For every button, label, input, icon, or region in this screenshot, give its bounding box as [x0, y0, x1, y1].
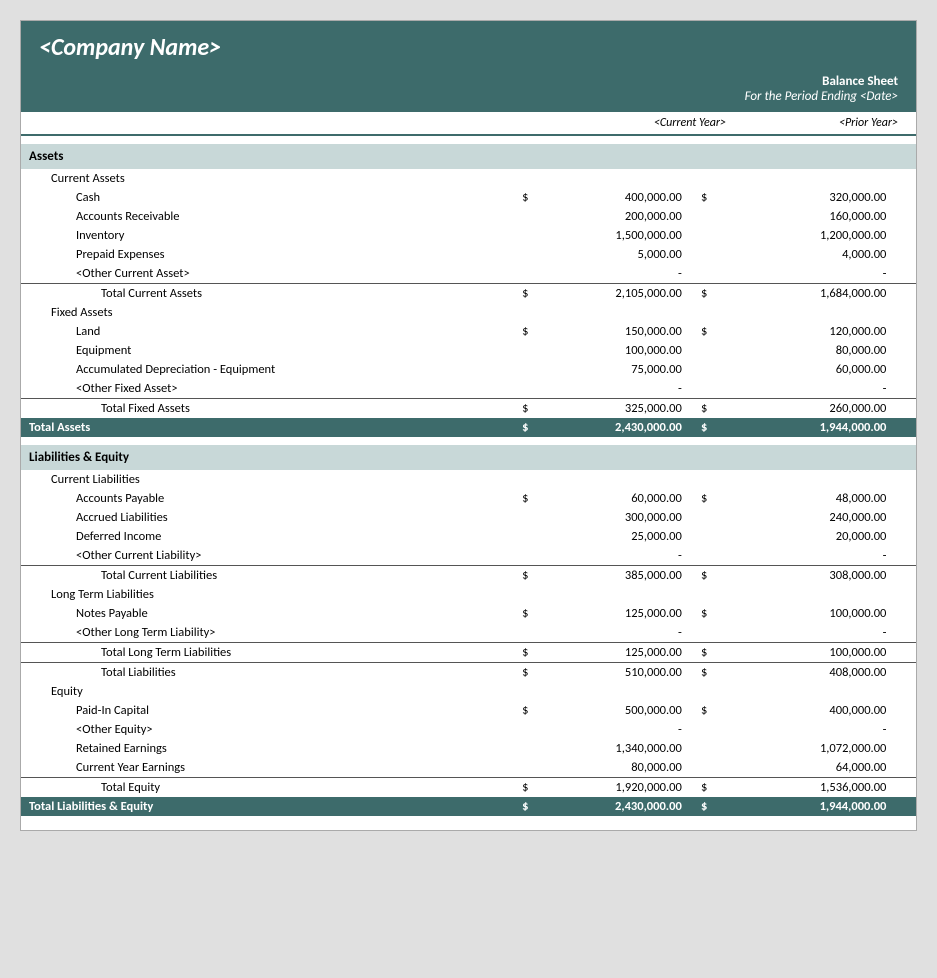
header-right: Balance Sheet For the Period Ending <Dat… — [21, 70, 916, 112]
list-item: Cash $ 400,000.00 $ 320,000.00 — [21, 188, 916, 207]
list-item: Paid-In Capital $ 500,000.00 $ 400,000.0… — [21, 701, 916, 720]
assets-label: Assets — [21, 144, 916, 169]
col-current-label: <Current Year> — [536, 116, 736, 130]
list-item: Land $ 150,000.00 $ 120,000.00 — [21, 322, 916, 341]
list-item: <Other Equity> - - — [21, 720, 916, 739]
assets-section-header: Assets — [21, 144, 916, 169]
column-headers: <Current Year> <Prior Year> — [21, 112, 916, 136]
header-top: <Company Name> — [21, 21, 916, 70]
current-assets-header: Current Assets — [21, 169, 916, 188]
list-item: Inventory 1,500,000.00 1,200,000.00 — [21, 226, 916, 245]
list-item: Accounts Receivable 200,000.00 160,000.0… — [21, 207, 916, 226]
balance-sheet-table: Assets Current Assets Cash $ 400,000.00 … — [21, 136, 916, 830]
long-term-liabilities-header: Long Term Liabilities — [21, 585, 916, 604]
current-liabilities-header: Current Liabilities — [21, 470, 916, 489]
company-name: <Company Name> — [39, 33, 898, 62]
total-current-liabilities-row: Total Current Liabilities $ 385,000.00 $… — [21, 566, 916, 586]
list-item: <Other Current Asset> - - — [21, 264, 916, 284]
list-item: Accrued Liabilities 300,000.00 240,000.0… — [21, 508, 916, 527]
total-fixed-assets-row: Total Fixed Assets $ 325,000.00 $ 260,00… — [21, 399, 916, 419]
list-item: Prepaid Expenses 5,000.00 4,000.00 — [21, 245, 916, 264]
list-item: Equipment 100,000.00 80,000.00 — [21, 341, 916, 360]
total-current-assets-row: Total Current Assets $ 2,105,000.00 $ 1,… — [21, 284, 916, 304]
total-equity-row: Total Equity $ 1,920,000.00 $ 1,536,000.… — [21, 778, 916, 798]
list-item: Notes Payable $ 125,000.00 $ 100,000.00 — [21, 604, 916, 623]
current-assets-label: Current Assets — [21, 169, 507, 188]
total-liabilities-row: Total Liabilities $ 510,000.00 $ 408,000… — [21, 663, 916, 683]
fixed-assets-header: Fixed Assets — [21, 303, 916, 322]
list-item: Current Year Earnings 80,000.00 64,000.0… — [21, 758, 916, 778]
total-long-term-liabilities-row: Total Long Term Liabilities $ 125,000.00… — [21, 643, 916, 663]
report-title: Balance Sheet — [39, 74, 898, 89]
list-item: <Other Long Term Liability> - - — [21, 623, 916, 643]
col-prior-label: <Prior Year> — [736, 116, 916, 130]
liabilities-equity-section-header: Liabilities & Equity — [21, 445, 916, 470]
total-assets-row: Total Assets $ 2,430,000.00 $ 1,944,000.… — [21, 418, 916, 437]
liabilities-equity-label: Liabilities & Equity — [21, 445, 916, 470]
report-subtitle: For the Period Ending <Date> — [39, 89, 898, 104]
total-liabilities-equity-row: Total Liabilities & Equity $ 2,430,000.0… — [21, 797, 916, 816]
list-item: Deferred Income 25,000.00 20,000.00 — [21, 527, 916, 546]
list-item: Retained Earnings 1,340,000.00 1,072,000… — [21, 739, 916, 758]
list-item: Accumulated Depreciation - Equipment 75,… — [21, 360, 916, 379]
list-item: Accounts Payable $ 60,000.00 $ 48,000.00 — [21, 489, 916, 508]
list-item: <Other Current Liability> - - — [21, 546, 916, 566]
cash-label: Cash — [21, 188, 507, 207]
list-item: <Other Fixed Asset> - - — [21, 379, 916, 399]
equity-header: Equity — [21, 682, 916, 701]
balance-sheet: <Company Name> Balance Sheet For the Per… — [20, 20, 917, 831]
